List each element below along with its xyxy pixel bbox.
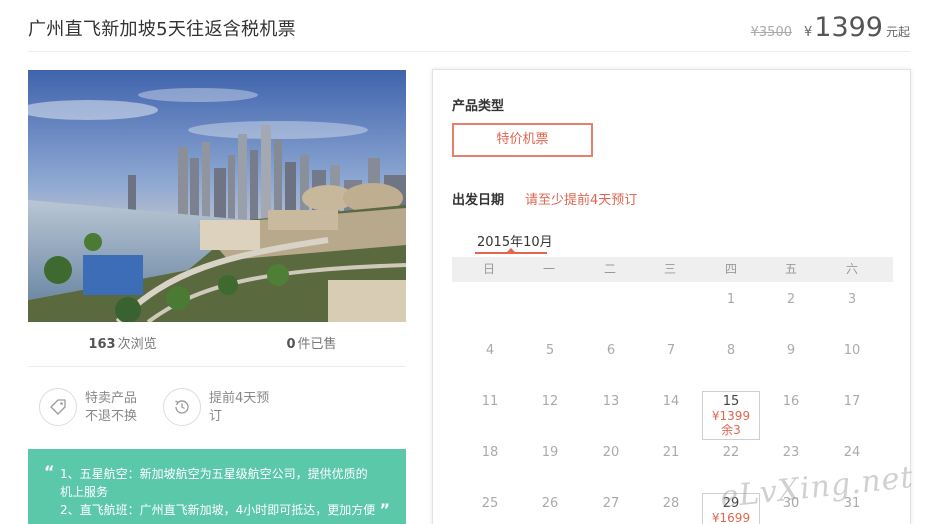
calendar-day: 30 [782, 496, 800, 511]
product-photo [28, 70, 406, 322]
calendar-day: 27 [602, 496, 620, 511]
calendar-day: 26 [541, 496, 559, 511]
calendar-day: 28 [662, 496, 680, 511]
weekday-mon: 一 [542, 262, 555, 276]
available-day-number: 15 [722, 394, 740, 409]
views-label: 次浏览 [117, 337, 157, 352]
feature-no-refund: 特卖产品 不退不换 [39, 388, 137, 426]
available-day-price: ¥1399 [711, 409, 751, 423]
price-box: ¥3500 ¥ 1399 元起 [751, 12, 910, 43]
calendar-day: 2 [786, 292, 796, 307]
calendar-day-available[interactable]: 29 ¥1699 [702, 493, 760, 524]
sold-label: 件已售 [297, 337, 337, 352]
sold-stat: 0 件已售 [217, 322, 406, 366]
current-price: 1399 [814, 12, 883, 43]
feature-advance-line2: 订 [209, 409, 223, 424]
calendar-day: 14 [662, 394, 680, 409]
calendar-day: 4 [485, 343, 495, 358]
calendar-day: 16 [782, 394, 800, 409]
weekday-wed: 三 [663, 262, 676, 276]
month-tab-caret-icon [507, 248, 515, 252]
available-day-number: 29 [722, 496, 740, 511]
calendar-day: 24 [843, 445, 861, 460]
price-suffix: 元起 [885, 25, 910, 39]
booking-panel: 产品类型 特价机票 出发日期 请至少提前4天预订 2015年10月 日 一 二 … [432, 69, 911, 524]
available-day-remaining: 余3 [721, 423, 741, 437]
departure-date-label: 出发日期 [452, 193, 505, 208]
calendar-day: 31 [843, 496, 861, 511]
month-tab-underline [475, 252, 547, 254]
calendar-day: 17 [843, 394, 861, 409]
calendar-day: 13 [602, 394, 620, 409]
views-stat: 163 次浏览 [28, 322, 217, 366]
calendar-day: 11 [481, 394, 499, 409]
feature-no-refund-line2: 不退不换 [85, 409, 138, 424]
views-count: 163 [88, 337, 116, 352]
calendar-day: 6 [606, 343, 616, 358]
calendar-day: 21 [662, 445, 680, 460]
header-divider [28, 51, 910, 52]
weekday-sun: 日 [482, 262, 495, 276]
highlight-line-2: 机上服务 [60, 485, 109, 499]
page-title: 广州直飞新加坡5天往返含税机票 [28, 19, 296, 40]
calendar-day-available[interactable]: 15 ¥1399 余3 [702, 391, 760, 440]
weekday-thu: 四 [724, 262, 737, 276]
product-highlights: “ 1、五星航空：新加坡航空为五星级航空公司，提供优质的 机上服务 2、直飞航班… [28, 449, 406, 524]
highlight-line-1: 1、五星航空：新加坡航空为五星级航空公司，提供优质的 [60, 467, 368, 481]
sold-count: 0 [286, 337, 296, 352]
product-type-label: 产品类型 [452, 99, 505, 114]
calendar-day: 7 [666, 343, 676, 358]
feature-no-refund-line1: 特卖产品 [85, 391, 138, 406]
calendar-day: 23 [782, 445, 800, 460]
price-tag-icon [39, 388, 77, 426]
original-price: ¥3500 [750, 25, 792, 40]
calendar-day: 20 [602, 445, 620, 460]
weekday-header: 日 一 二 三 四 五 六 [452, 257, 893, 282]
calendar-day: 3 [847, 292, 857, 307]
clock-icon [163, 388, 201, 426]
product-stats: 163 次浏览 0 件已售 [28, 322, 406, 367]
calendar-day: 19 [541, 445, 559, 460]
weekday-sat: 六 [845, 262, 858, 276]
calendar-day: 1 [726, 292, 736, 307]
calendar-day: 8 [726, 343, 736, 358]
quote-close-icon: ” [379, 500, 390, 519]
price-currency: ¥ [803, 25, 813, 40]
calendar-day: 18 [481, 445, 499, 460]
calendar-day: 12 [541, 394, 559, 409]
calendar-day: 10 [843, 343, 861, 358]
calendar-day: 5 [545, 343, 555, 358]
calendar-day: 25 [481, 496, 499, 511]
feature-advance-line1: 提前4天预 [209, 391, 270, 406]
feature-advance-booking: 提前4天预 订 [163, 388, 269, 426]
calendar-day: 9 [786, 343, 796, 358]
advance-booking-note: 请至少提前4天预订 [525, 193, 638, 208]
weekday-tue: 二 [603, 262, 616, 276]
weekday-fri: 五 [784, 262, 797, 276]
quote-open-icon: “ [44, 462, 55, 481]
available-day-price: ¥1699 [711, 511, 751, 524]
product-type-option[interactable]: 特价机票 [452, 123, 593, 157]
calendar-day: 22 [722, 445, 740, 460]
highlight-line-3: 2、直飞航班：广州直飞新加坡，4小时即可抵达，更加方便 [60, 503, 376, 517]
